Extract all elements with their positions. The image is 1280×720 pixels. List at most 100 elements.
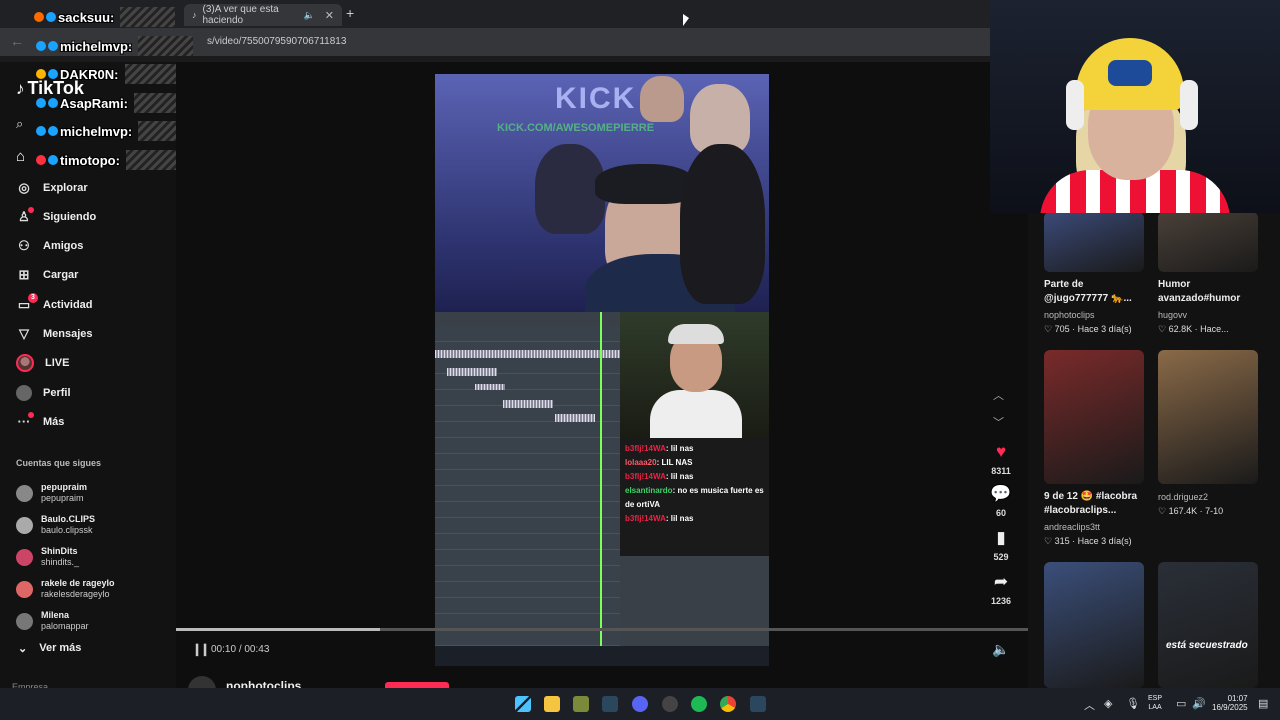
speaker-icon[interactable]: 🔈 bbox=[304, 10, 315, 21]
windows-start-icon[interactable] bbox=[515, 696, 531, 712]
video-thumbnail[interactable] bbox=[1158, 212, 1258, 272]
sidebar-item-label: LIVE bbox=[45, 357, 70, 369]
security-icon[interactable]: ◈ bbox=[1104, 697, 1112, 710]
like-count: 8311 bbox=[991, 466, 1011, 476]
chat-user: lolaaa20 bbox=[625, 458, 657, 467]
volume-icon[interactable]: 🔈 bbox=[992, 641, 1009, 658]
sidebar-item-cargar[interactable]: ⊞ Cargar bbox=[16, 267, 79, 283]
chat-username: AsapRami: bbox=[60, 95, 128, 111]
volume-icon[interactable]: 🔊 bbox=[1192, 697, 1206, 710]
streamer-body bbox=[650, 390, 742, 438]
video-top-scene: KICK KICK.COM/AWESOMEPIERRE bbox=[435, 74, 769, 334]
tab-tiktok[interactable]: ♪ (3)A ver que esta haciendo 🔈 ✕ bbox=[184, 4, 342, 26]
sidebar-item-label: Mensajes bbox=[43, 328, 93, 340]
following-account[interactable]: pepupraim pepupraim bbox=[16, 482, 87, 504]
following-account[interactable]: ShinDits shindits._ bbox=[16, 546, 79, 568]
chat-username: michelmvp: bbox=[60, 38, 133, 54]
live-icon bbox=[16, 354, 34, 372]
url-field[interactable]: s/video/7550079590706711813 bbox=[207, 36, 346, 47]
file-explorer-icon[interactable] bbox=[544, 696, 560, 712]
video-taskbar-strip bbox=[435, 646, 769, 666]
chat-overlay-line: michelmvp: bbox=[36, 121, 194, 141]
network-icon[interactable]: ▭ bbox=[1176, 697, 1186, 710]
card-title[interactable]: 9 de 12 🤩 #lacobra #lacobraclips... bbox=[1044, 490, 1148, 518]
following-account[interactable]: rakele de rageylo rakelesderageylo bbox=[16, 578, 115, 600]
sidebar-item-mensajes[interactable]: ▽ Mensajes bbox=[16, 326, 93, 342]
account-handle: shindits._ bbox=[41, 557, 80, 567]
person-cap bbox=[595, 164, 695, 204]
new-tab-button[interactable]: + bbox=[346, 5, 354, 21]
chevron-up-icon[interactable]: ︿ bbox=[993, 387, 1004, 403]
sidebar-item-label: Amigos bbox=[43, 240, 84, 252]
sidebar-item-actividad[interactable]: ▭ 3 Actividad bbox=[16, 293, 93, 313]
video-chat-message: elsantinardo: no es musica fuerte es de … bbox=[625, 484, 764, 512]
card-author[interactable]: andreaclips3tt bbox=[1044, 522, 1100, 532]
notification-dot bbox=[28, 207, 34, 213]
home-icon[interactable]: ⌂ bbox=[16, 148, 25, 165]
video-progress-fill bbox=[176, 628, 381, 631]
chevron-down-icon[interactable]: ﹀ bbox=[993, 414, 1004, 430]
sidebar-item-live[interactable]: LIVE bbox=[16, 354, 69, 372]
tab-title: (3)A ver que esta haciendo bbox=[202, 4, 279, 26]
card-author[interactable]: hugovv bbox=[1158, 310, 1187, 320]
language-indicator[interactable]: ESP LAA bbox=[1148, 694, 1162, 712]
see-more-button[interactable]: ⌄ Ver más bbox=[18, 642, 81, 655]
sidebar-item-explorar[interactable]: ◎ Explorar bbox=[16, 180, 88, 196]
chat-username: michelmvp: bbox=[60, 123, 133, 139]
badge-icon bbox=[48, 69, 58, 79]
chrome-icon[interactable] bbox=[720, 696, 736, 712]
badge-icon bbox=[34, 12, 44, 22]
video-progress-bar[interactable] bbox=[176, 628, 1028, 631]
notifications-icon[interactable]: ▤ bbox=[1258, 697, 1268, 710]
back-arrow-icon[interactable]: ← bbox=[10, 33, 24, 49]
video-thumbnail[interactable] bbox=[1044, 562, 1144, 688]
following-account[interactable]: Baulo.CLIPS baulo.clipssk bbox=[16, 514, 95, 536]
waveform bbox=[435, 350, 620, 358]
close-icon[interactable]: ✕ bbox=[325, 9, 334, 22]
daw-playhead bbox=[600, 312, 602, 666]
video-thumbnail[interactable] bbox=[1044, 212, 1144, 272]
spotify-icon[interactable] bbox=[691, 696, 707, 712]
sidebar-item-label: Explorar bbox=[43, 182, 88, 194]
app-icon[interactable] bbox=[573, 696, 589, 712]
card-title[interactable]: Parte de @jugo777777 🐆... bbox=[1044, 278, 1148, 306]
share-button[interactable]: ➦ 1236 bbox=[986, 572, 1016, 606]
account-handle: palomappar bbox=[41, 621, 89, 631]
sidebar-item-mas[interactable]: ··· Más bbox=[16, 412, 64, 429]
avatar bbox=[16, 484, 33, 502]
search-icon[interactable]: ⌕ bbox=[16, 116, 23, 132]
video-player[interactable]: KICK KICK.COM/AWESOMEPIERRE b3flj!14WA: … bbox=[435, 74, 769, 666]
following-account[interactable]: Milena palomappar bbox=[16, 610, 89, 632]
obs-icon[interactable] bbox=[662, 696, 678, 712]
badge-icon bbox=[36, 126, 46, 136]
sidebar-item-perfil[interactable]: Perfil bbox=[16, 385, 71, 401]
sidebar-item-siguiendo[interactable]: ♙ Siguiendo bbox=[16, 207, 96, 225]
discord-icon[interactable] bbox=[632, 696, 648, 712]
system-clock[interactable]: 01:07 16/9/2025 bbox=[1212, 694, 1248, 712]
badge-icon bbox=[46, 12, 56, 22]
card-author[interactable]: nophotoclips bbox=[1044, 310, 1095, 320]
video-chat: b3flj!14WA: lil nas lolaaa20: LIL NAS b3fl… bbox=[620, 438, 769, 556]
video-chat-message: lolaaa20: LIL NAS bbox=[625, 456, 764, 470]
headphones-icon bbox=[1066, 80, 1084, 130]
avatar bbox=[16, 612, 33, 630]
video-thumbnail[interactable] bbox=[1044, 350, 1144, 484]
steam-icon[interactable] bbox=[602, 696, 618, 712]
microphone-icon[interactable]: 🎙 bbox=[1126, 697, 1140, 710]
webcam-beanie-logo bbox=[1108, 60, 1152, 86]
video-daw-scene: b3flj!14WA: lil nas lolaaa20: LIL NAS b3fl… bbox=[435, 312, 769, 666]
steam-icon[interactable] bbox=[750, 696, 766, 712]
tray-chevron-icon[interactable]: ︿ bbox=[1084, 697, 1095, 713]
card-title[interactable]: Humor avanzado#humor bbox=[1158, 278, 1262, 306]
like-button[interactable]: ♥ 8311 bbox=[986, 442, 1016, 476]
card-meta: ♡ 315 · Hace 3 día(s) bbox=[1044, 536, 1132, 546]
pause-button[interactable]: ❙❙ bbox=[192, 642, 210, 656]
headphones-icon bbox=[1180, 80, 1198, 130]
sidebar-item-amigos[interactable]: ⚇ Amigos bbox=[16, 238, 83, 254]
video-thumbnail[interactable]: está secuestrado bbox=[1158, 562, 1258, 688]
video-thumbnail[interactable] bbox=[1158, 350, 1258, 484]
card-author[interactable]: rod.driguez2 bbox=[1158, 492, 1208, 502]
comment-button[interactable]: 💬 60 bbox=[986, 484, 1016, 518]
mouse-cursor-icon bbox=[683, 14, 689, 26]
save-button[interactable]: ▮ 529 bbox=[986, 528, 1016, 562]
